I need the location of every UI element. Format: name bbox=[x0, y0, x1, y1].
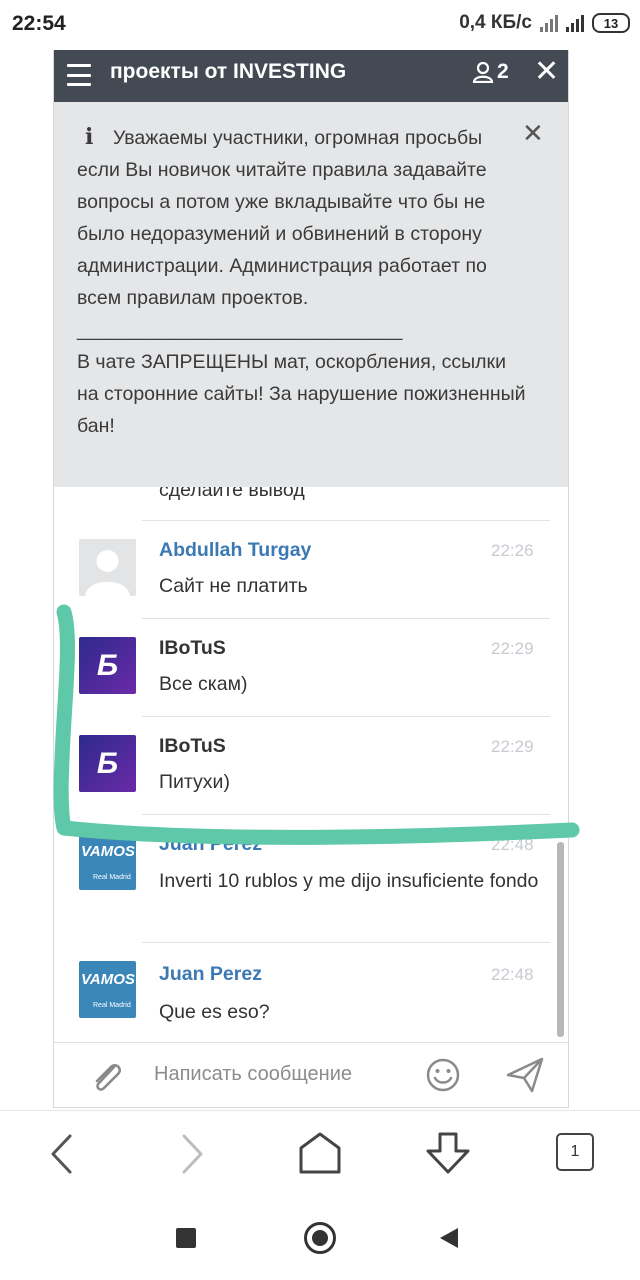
vamos-text: VAMOS bbox=[81, 843, 135, 860]
message-text: Питухи) bbox=[159, 771, 230, 793]
default-user-icon bbox=[79, 539, 136, 596]
b-letter-icon: Б bbox=[79, 637, 136, 694]
message-text: Que es eso? bbox=[159, 1001, 270, 1023]
back-icon[interactable] bbox=[46, 1133, 78, 1175]
close-icon[interactable]: ✕ bbox=[534, 57, 559, 87]
b-letter-icon: Б bbox=[79, 735, 136, 792]
message-author[interactable]: IBoTuS bbox=[159, 637, 226, 660]
home-circle-icon[interactable] bbox=[304, 1222, 336, 1254]
notice-close-icon[interactable]: ✕ bbox=[522, 120, 544, 146]
message-time: 22:48 bbox=[491, 835, 534, 854]
status-indicators: 0,4 КБ/с 13 bbox=[459, 12, 630, 34]
list-item: VAMOS Real Madrid Juan Perez 22:48 Inver… bbox=[54, 815, 568, 943]
message-text: Inverti 10 rublos y me dijo insuficiente… bbox=[159, 870, 539, 892]
notice-banner: i Уважаемы участники, огромная просьбы е… bbox=[54, 102, 568, 487]
nav-back-icon[interactable] bbox=[438, 1226, 460, 1250]
tab-count: 1 bbox=[570, 1143, 580, 1160]
message-text: сделайте вывод bbox=[159, 487, 305, 501]
list-item: Abdullah Turgay 22:26 Сайт не платить bbox=[54, 521, 568, 619]
chat-header: проекты от INVESTING 2 ✕ bbox=[54, 50, 568, 102]
recents-icon[interactable] bbox=[176, 1228, 196, 1248]
b-letter: Б bbox=[96, 648, 119, 682]
online-users[interactable]: 2 bbox=[472, 60, 509, 84]
vamos-badge-icon: VAMOS Real Madrid bbox=[79, 961, 136, 1018]
message-list[interactable]: сделайте вывод Abdullah Turgay 22:26 Сай… bbox=[54, 487, 568, 1042]
vamos-badge-icon: VAMOS Real Madrid bbox=[79, 833, 136, 890]
message-time: 22:29 bbox=[491, 639, 534, 658]
menu-icon[interactable] bbox=[67, 64, 91, 86]
vamos-sub-text: Real Madrid bbox=[93, 874, 131, 881]
message-author[interactable]: Juan Perez bbox=[159, 833, 262, 856]
list-item: VAMOS Real Madrid Juan Perez 22:48 Que e… bbox=[54, 943, 568, 1042]
send-icon[interactable] bbox=[505, 1056, 545, 1094]
message-author[interactable]: Juan Perez bbox=[159, 963, 262, 986]
system-nav-bar bbox=[0, 1196, 640, 1280]
smiley-icon[interactable] bbox=[425, 1057, 461, 1093]
battery-icon: 13 bbox=[592, 13, 630, 33]
b-letter: Б bbox=[96, 746, 119, 780]
home-icon[interactable] bbox=[298, 1131, 342, 1175]
page: проекты от INVESTING 2 ✕ i Уважаемы учас… bbox=[0, 50, 640, 1110]
user-count: 2 bbox=[497, 60, 509, 83]
message-composer bbox=[54, 1042, 568, 1107]
list-item: Б IBoTuS 22:29 Все скам) bbox=[54, 619, 568, 717]
signal-h-icon bbox=[566, 14, 584, 32]
download-icon[interactable] bbox=[424, 1131, 472, 1175]
user-icon bbox=[472, 61, 494, 83]
list-item: Б IBoTuS 22:29 Питухи) bbox=[54, 717, 568, 815]
chat-window: проекты от INVESTING 2 ✕ i Уважаемы учас… bbox=[53, 50, 569, 1108]
message-time: 22:48 bbox=[491, 965, 534, 984]
vamos-sub-text: Real Madrid bbox=[93, 1002, 131, 1009]
message-time: 22:26 bbox=[491, 541, 534, 560]
message-author[interactable]: Abdullah Turgay bbox=[159, 539, 311, 562]
browser-toolbar: 1 bbox=[0, 1110, 640, 1196]
forward-icon[interactable] bbox=[176, 1133, 208, 1175]
status-time: 22:54 bbox=[12, 12, 66, 35]
message-time: 22:29 bbox=[491, 737, 534, 756]
notice-body: Уважаемы участники, огромная просьбы есл… bbox=[77, 127, 526, 437]
chat-title: проекты от INVESTING bbox=[110, 60, 347, 83]
signal-icon bbox=[540, 14, 558, 32]
tabs-button[interactable]: 1 bbox=[556, 1133, 594, 1171]
paperclip-icon[interactable] bbox=[88, 1057, 124, 1095]
notice-text: Уважаемы участники, огромная просьбы есл… bbox=[77, 122, 527, 442]
message-text: Сайт не платить bbox=[159, 575, 308, 597]
vamos-text: VAMOS bbox=[81, 971, 135, 988]
scrollbar[interactable] bbox=[557, 842, 564, 1037]
message-input[interactable] bbox=[154, 1057, 414, 1091]
network-speed: 0,4 КБ/с bbox=[459, 12, 532, 33]
status-bar: 22:54 0,4 КБ/с 13 bbox=[0, 0, 640, 50]
message-text: Все скам) bbox=[159, 673, 248, 695]
list-item: сделайте вывод bbox=[54, 487, 568, 521]
message-author[interactable]: IBoTuS bbox=[159, 735, 226, 758]
